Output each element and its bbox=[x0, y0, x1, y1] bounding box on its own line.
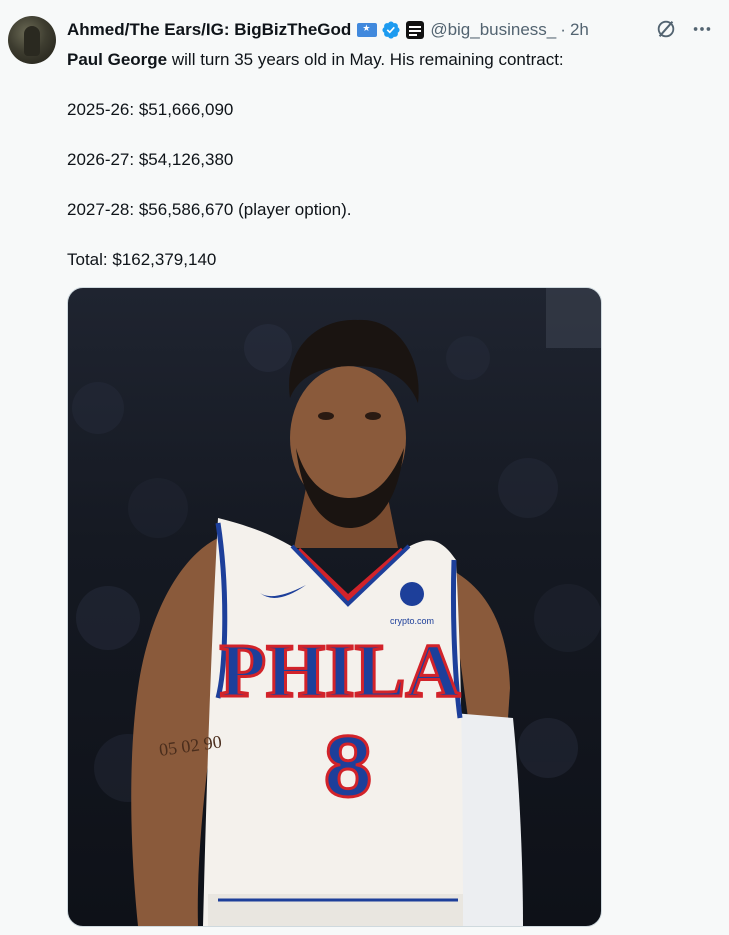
player-photo: crypto.com PHILA 8 05 02 90 bbox=[72, 288, 601, 926]
tweet-intro: Paul George will turn 35 years old in Ma… bbox=[67, 48, 707, 72]
header-actions bbox=[655, 18, 713, 40]
avatar[interactable] bbox=[8, 16, 56, 64]
tweet-photo[interactable]: crypto.com PHILA 8 05 02 90 bbox=[67, 287, 602, 927]
jersey-number: 8 bbox=[324, 719, 372, 815]
tweet[interactable]: Ahmed/The Ears/IG: BigBizTheGod @big_bus… bbox=[0, 0, 729, 935]
author-handle[interactable]: @big_business_ bbox=[430, 20, 556, 40]
verified-badge-icon[interactable] bbox=[381, 20, 401, 40]
contract-line-2026: 2026-27: $54,126,380 bbox=[67, 150, 234, 169]
more-icon[interactable] bbox=[691, 18, 713, 40]
affiliate-badge-icon[interactable] bbox=[406, 21, 425, 39]
intro-text: will turn 35 years old in May. His remai… bbox=[167, 50, 564, 69]
grok-icon[interactable] bbox=[655, 18, 677, 40]
mention-name: Paul George bbox=[67, 50, 168, 69]
arm-sleeve bbox=[453, 713, 523, 926]
tweet-header: Ahmed/The Ears/IG: BigBizTheGod @big_bus… bbox=[67, 18, 719, 42]
sponsor-text: crypto.com bbox=[390, 616, 434, 626]
tweet-text: Paul George will turn 35 years old in Ma… bbox=[67, 48, 707, 269]
timestamp[interactable]: 2h bbox=[570, 20, 589, 40]
contract-line-2025: 2025-26: $51,666,090 bbox=[67, 100, 234, 119]
jersey-wordmark: PHILA bbox=[220, 629, 461, 713]
flag-icon bbox=[357, 23, 378, 37]
contract-line-2027: 2027-28: $56,586,670 (player option). bbox=[67, 200, 352, 219]
separator: · bbox=[560, 20, 566, 39]
author-name[interactable]: Ahmed/The Ears/IG: BigBizTheGod bbox=[67, 20, 351, 40]
contract-total: Total: $162,379,140 bbox=[67, 250, 217, 269]
